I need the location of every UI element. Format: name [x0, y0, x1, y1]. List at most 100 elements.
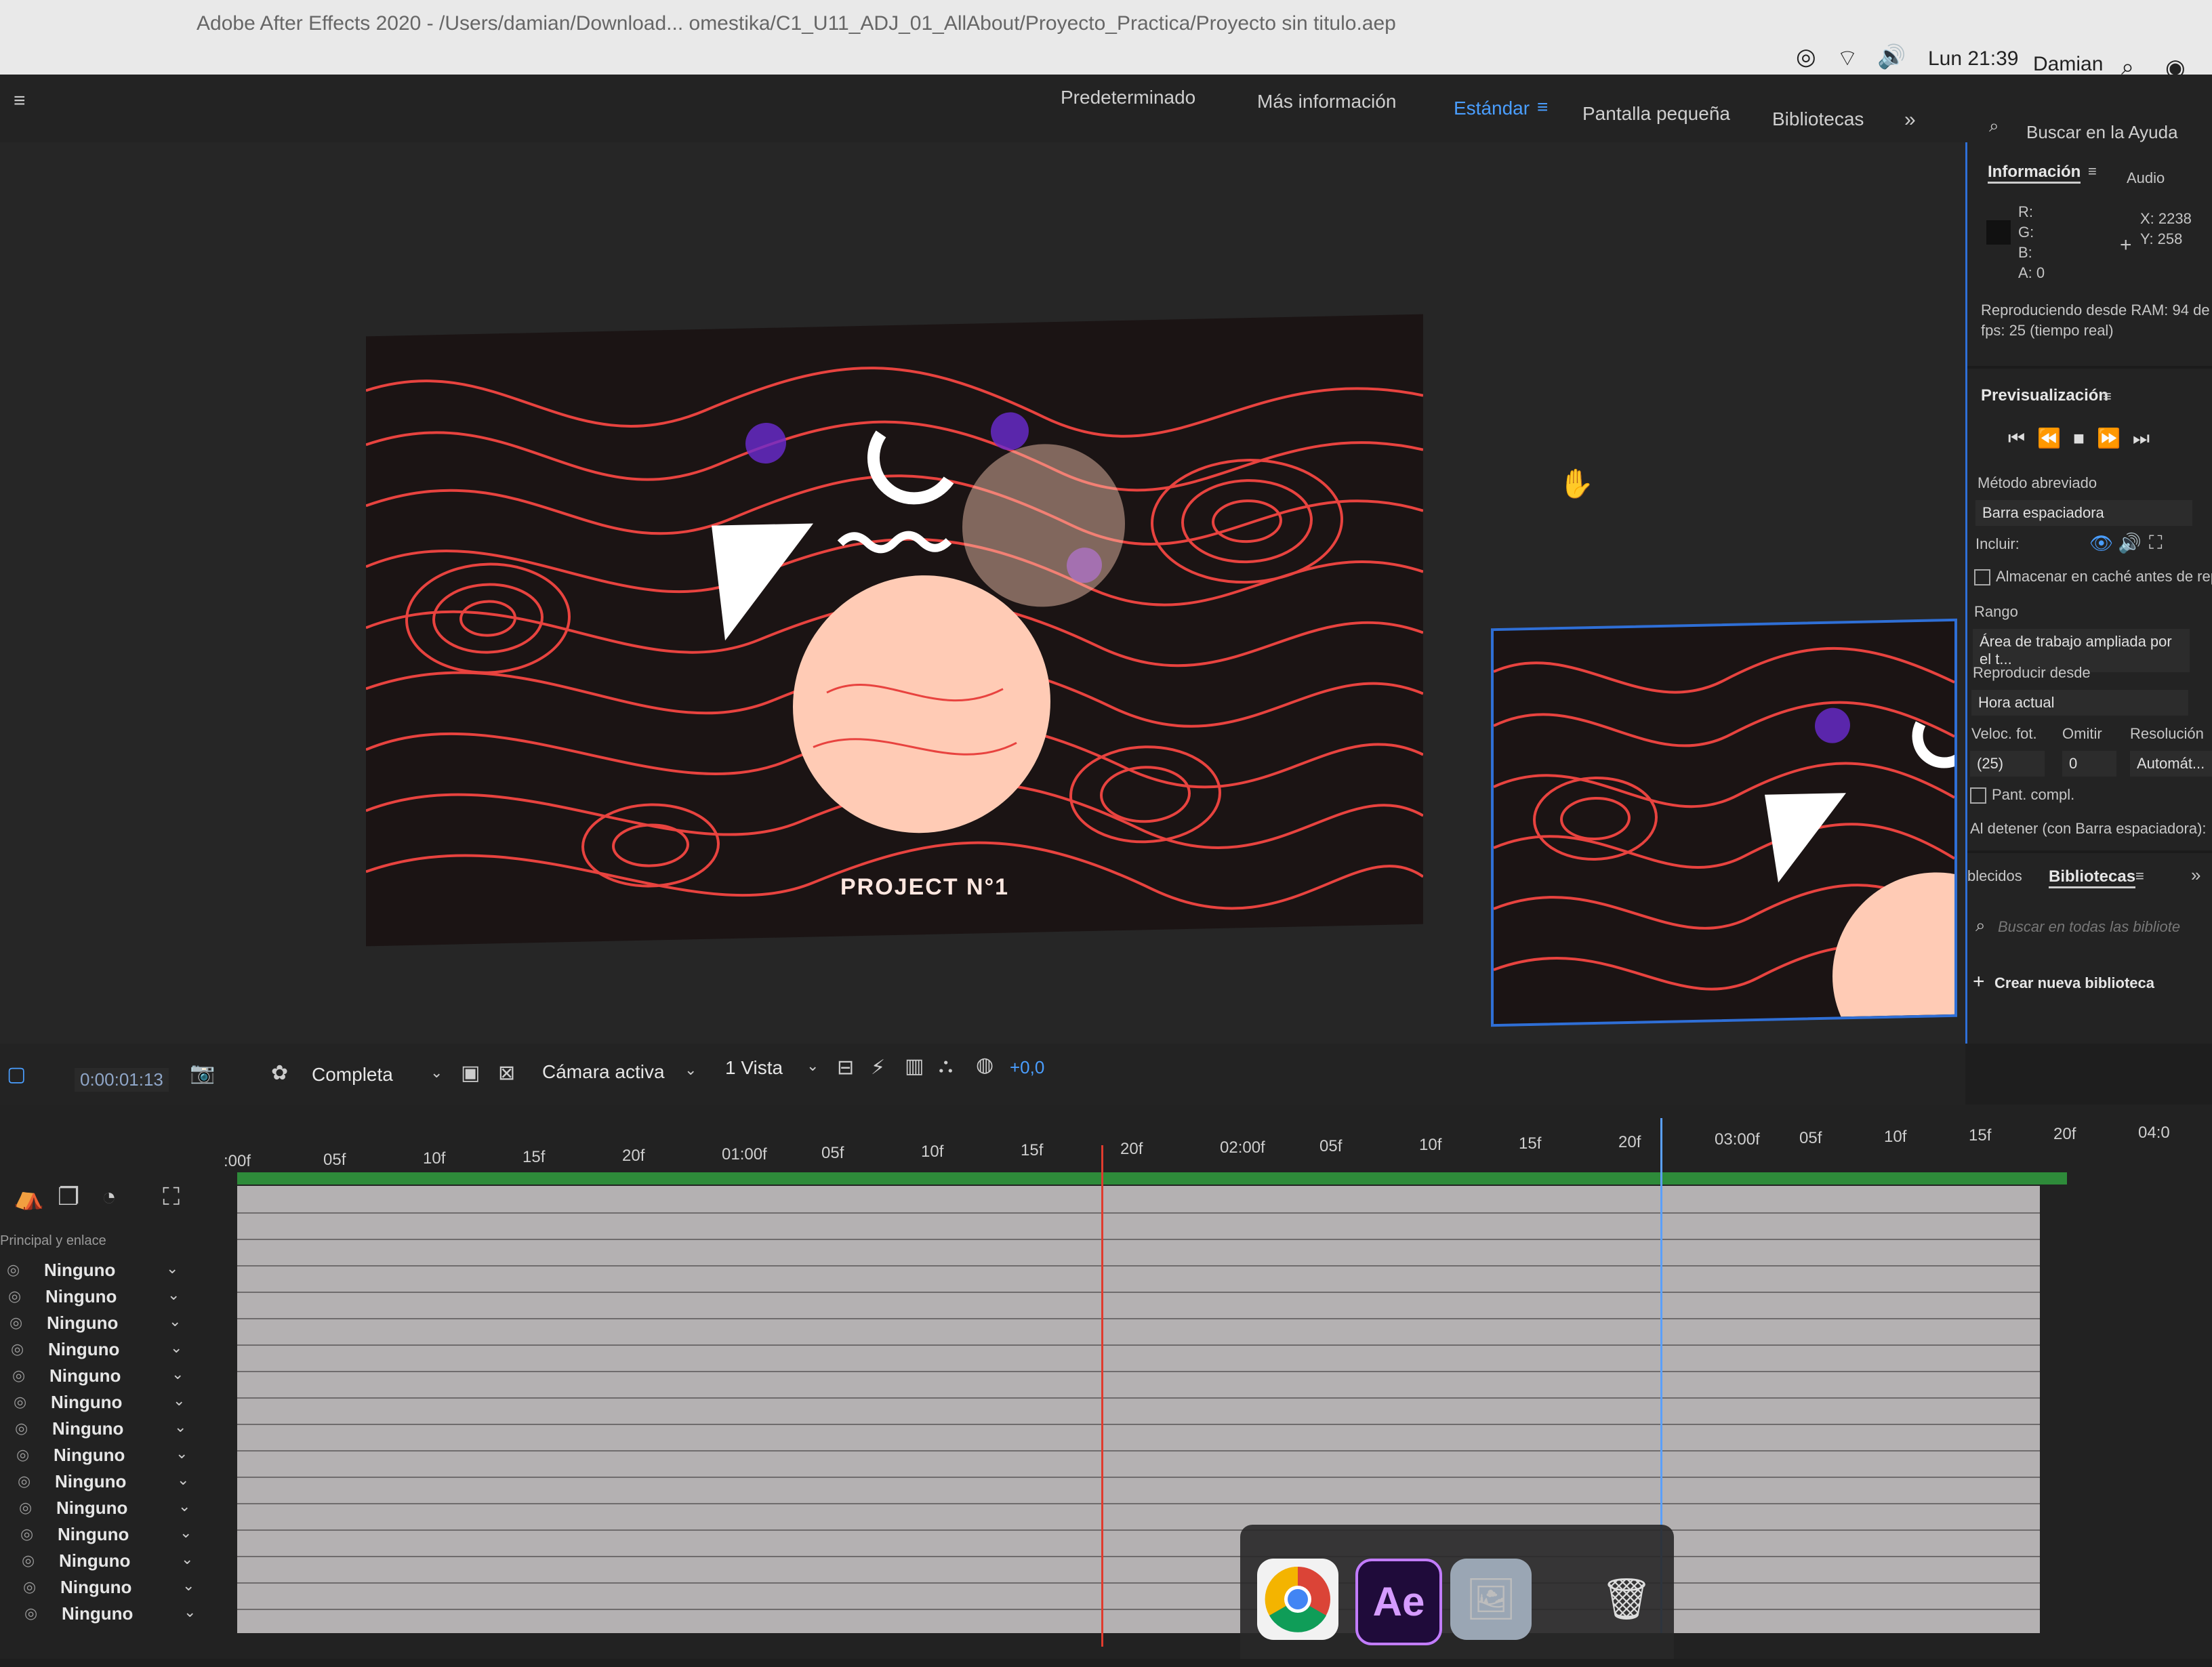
after-effects-icon[interactable]: Ae: [1355, 1559, 1442, 1645]
chevron-down-icon[interactable]: ⌄: [806, 1057, 819, 1075]
parent-select[interactable]: Ninguno: [48, 1339, 119, 1360]
chevron-down-icon[interactable]: ⌄: [176, 1445, 188, 1462]
pick-whip-icon[interactable]: ◎: [18, 1473, 30, 1490]
parent-select[interactable]: Ninguno: [58, 1524, 129, 1545]
chevron-down-icon[interactable]: ⌄: [170, 1339, 182, 1357]
chevron-down-icon[interactable]: ⌄: [173, 1392, 185, 1409]
snapshot-camera-icon[interactable]: 📷: [190, 1061, 215, 1085]
graph-editor-icon[interactable]: ⛶: [163, 1182, 180, 1212]
stop-icon[interactable]: ■: [2073, 428, 2097, 449]
library-search-input[interactable]: Buscar en todas las bibliote: [1998, 918, 2180, 936]
trash-icon[interactable]: 🗑: [1586, 1559, 1667, 1640]
resolution-select[interactable]: Automát...: [2130, 751, 2212, 777]
pick-whip-icon[interactable]: ◎: [16, 1446, 29, 1464]
pick-whip-icon[interactable]: ◎: [9, 1314, 22, 1332]
tab-bibliotecas[interactable]: Bibliotecas: [2049, 867, 2136, 888]
toggle-pixel-aspect-icon[interactable]: ⊟: [837, 1056, 854, 1079]
channel-color-icon[interactable]: ✿: [271, 1061, 288, 1085]
layer-row[interactable]: ◎ Ninguno ⌄: [8, 1283, 211, 1309]
exposure-value[interactable]: +0,0: [1010, 1057, 1044, 1078]
pick-whip-icon[interactable]: ◎: [22, 1552, 35, 1569]
views-select[interactable]: 1 Vista: [725, 1057, 783, 1079]
workspace-estandar[interactable]: Estándar: [1454, 98, 1530, 119]
pick-whip-icon[interactable]: ◎: [11, 1340, 24, 1358]
layer-row[interactable]: ◎ Ninguno ⌄: [14, 1389, 217, 1415]
tab-audio[interactable]: Audio: [2127, 169, 2165, 187]
shortcut-select[interactable]: Barra espaciadora: [1975, 500, 2192, 526]
layer-row[interactable]: ◎ Ninguno ⌄: [23, 1574, 226, 1600]
include-audio-icon[interactable]: 🔊: [2118, 532, 2142, 554]
mask-toggle-icon[interactable]: ⊠: [498, 1061, 515, 1085]
chrome-icon[interactable]: [1257, 1559, 1338, 1640]
workspace-bibliotecas[interactable]: Bibliotecas: [1772, 108, 1864, 130]
parent-select[interactable]: Ninguno: [56, 1498, 127, 1519]
workspace-overflow-icon[interactable]: »: [1904, 108, 1916, 131]
chevron-down-icon[interactable]: ⌄: [184, 1603, 196, 1621]
layer-row[interactable]: ◎ Ninguno ⌄: [24, 1601, 228, 1626]
pick-whip-icon[interactable]: ◎: [23, 1578, 36, 1596]
panel-menu-icon[interactable]: ≡: [2135, 867, 2144, 885]
parent-select[interactable]: Ninguno: [47, 1313, 118, 1334]
current-time-display[interactable]: 0:00:01:13: [75, 1068, 169, 1092]
pick-whip-icon[interactable]: ◎: [12, 1367, 25, 1384]
pick-whip-icon[interactable]: ◎: [14, 1393, 26, 1411]
tab-informacion[interactable]: Información: [1988, 163, 2081, 184]
create-library-button[interactable]: Crear nueva biblioteca: [1994, 974, 2154, 992]
layer-row[interactable]: ◎ Ninguno ⌄: [16, 1442, 220, 1468]
parent-select[interactable]: Ninguno: [51, 1392, 122, 1413]
pick-whip-icon[interactable]: ◎: [20, 1525, 33, 1543]
transparency-grid-icon[interactable]: ▣: [461, 1061, 480, 1085]
layer-row[interactable]: ◎ Ninguno ⌄: [7, 1257, 210, 1283]
creative-cloud-icon[interactable]: ◎: [1796, 43, 1816, 70]
chevron-down-icon[interactable]: ⌄: [182, 1577, 194, 1594]
include-video-icon[interactable]: 👁: [2089, 532, 2114, 554]
workspace-mas-informacion[interactable]: Más información: [1257, 91, 1396, 112]
last-frame-icon[interactable]: ⏭: [2133, 428, 2162, 449]
pick-whip-icon[interactable]: ◎: [7, 1261, 20, 1279]
fps-select[interactable]: (25): [1970, 751, 2045, 777]
parent-select[interactable]: Ninguno: [54, 1445, 125, 1466]
previous-frame-icon[interactable]: ⏪: [2037, 428, 2073, 449]
parent-select[interactable]: Ninguno: [55, 1471, 126, 1492]
playhead-line[interactable]: [1101, 1145, 1103, 1647]
pick-whip-icon[interactable]: ◎: [19, 1499, 32, 1517]
cache-checkbox[interactable]: Almacenar en caché antes de repro: [1974, 568, 2212, 586]
frame-blending-icon[interactable]: ❐: [58, 1182, 79, 1211]
volume-icon[interactable]: 🔊: [1877, 43, 1906, 70]
timeline-toggle-icon[interactable]: ▥: [905, 1054, 924, 1078]
hide-shy-layers-icon[interactable]: ⛺: [14, 1182, 44, 1211]
motion-blur-icon[interactable]: ◔: [102, 1182, 117, 1211]
flowchart-icon[interactable]: ⛬: [939, 1054, 953, 1077]
help-search-input[interactable]: Buscar en la Ayuda: [2026, 122, 2178, 143]
panel-menu-icon[interactable]: ≡: [2088, 163, 2097, 180]
composition-frame-main[interactable]: [366, 314, 1423, 947]
wifi-icon[interactable]: ⌔: [1837, 43, 1858, 73]
pick-whip-icon[interactable]: ◎: [15, 1420, 28, 1437]
workspace-pantalla-pequena[interactable]: Pantalla pequeña: [1582, 103, 1730, 125]
parent-select[interactable]: Ninguno: [45, 1286, 117, 1307]
reset-exposure-icon[interactable]: ◍: [976, 1053, 994, 1077]
first-frame-icon[interactable]: ⏮: [2008, 428, 2037, 449]
chevron-down-icon[interactable]: ⌄: [181, 1550, 193, 1568]
layer-row[interactable]: ◎ Ninguno ⌄: [19, 1495, 222, 1521]
parent-select[interactable]: Ninguno: [62, 1603, 133, 1624]
layer-row[interactable]: ◎ Ninguno ⌄: [15, 1416, 218, 1441]
resolution-select[interactable]: Completa: [312, 1064, 393, 1086]
panel-overflow-icon[interactable]: »: [2191, 865, 2200, 886]
fast-preview-icon[interactable]: ⚡: [871, 1056, 885, 1079]
layer-row[interactable]: ◎ Ninguno ⌄: [18, 1468, 221, 1494]
parent-select[interactable]: Ninguno: [49, 1365, 121, 1386]
skip-select[interactable]: 0: [2062, 751, 2116, 777]
panel-menu-icon[interactable]: ≡: [2103, 388, 2112, 405]
chevron-down-icon[interactable]: ⌄: [166, 1260, 178, 1277]
layer-row[interactable]: ◎ Ninguno ⌄: [9, 1310, 213, 1336]
composition-frame-secondary[interactable]: [1491, 618, 1957, 1027]
preview-icon[interactable]: 🖼: [1450, 1559, 1532, 1640]
play-from-select[interactable]: Hora actual: [1971, 690, 2188, 716]
chevron-down-icon[interactable]: ⌄: [178, 1498, 190, 1515]
parent-select[interactable]: Ninguno: [44, 1260, 115, 1281]
menu-user[interactable]: Damian: [2033, 53, 2103, 76]
layer-row[interactable]: ◎ Ninguno ⌄: [20, 1521, 224, 1547]
workspace-menu-icon[interactable]: ≡: [1537, 96, 1548, 118]
chevron-down-icon[interactable]: ⌄: [684, 1061, 697, 1079]
